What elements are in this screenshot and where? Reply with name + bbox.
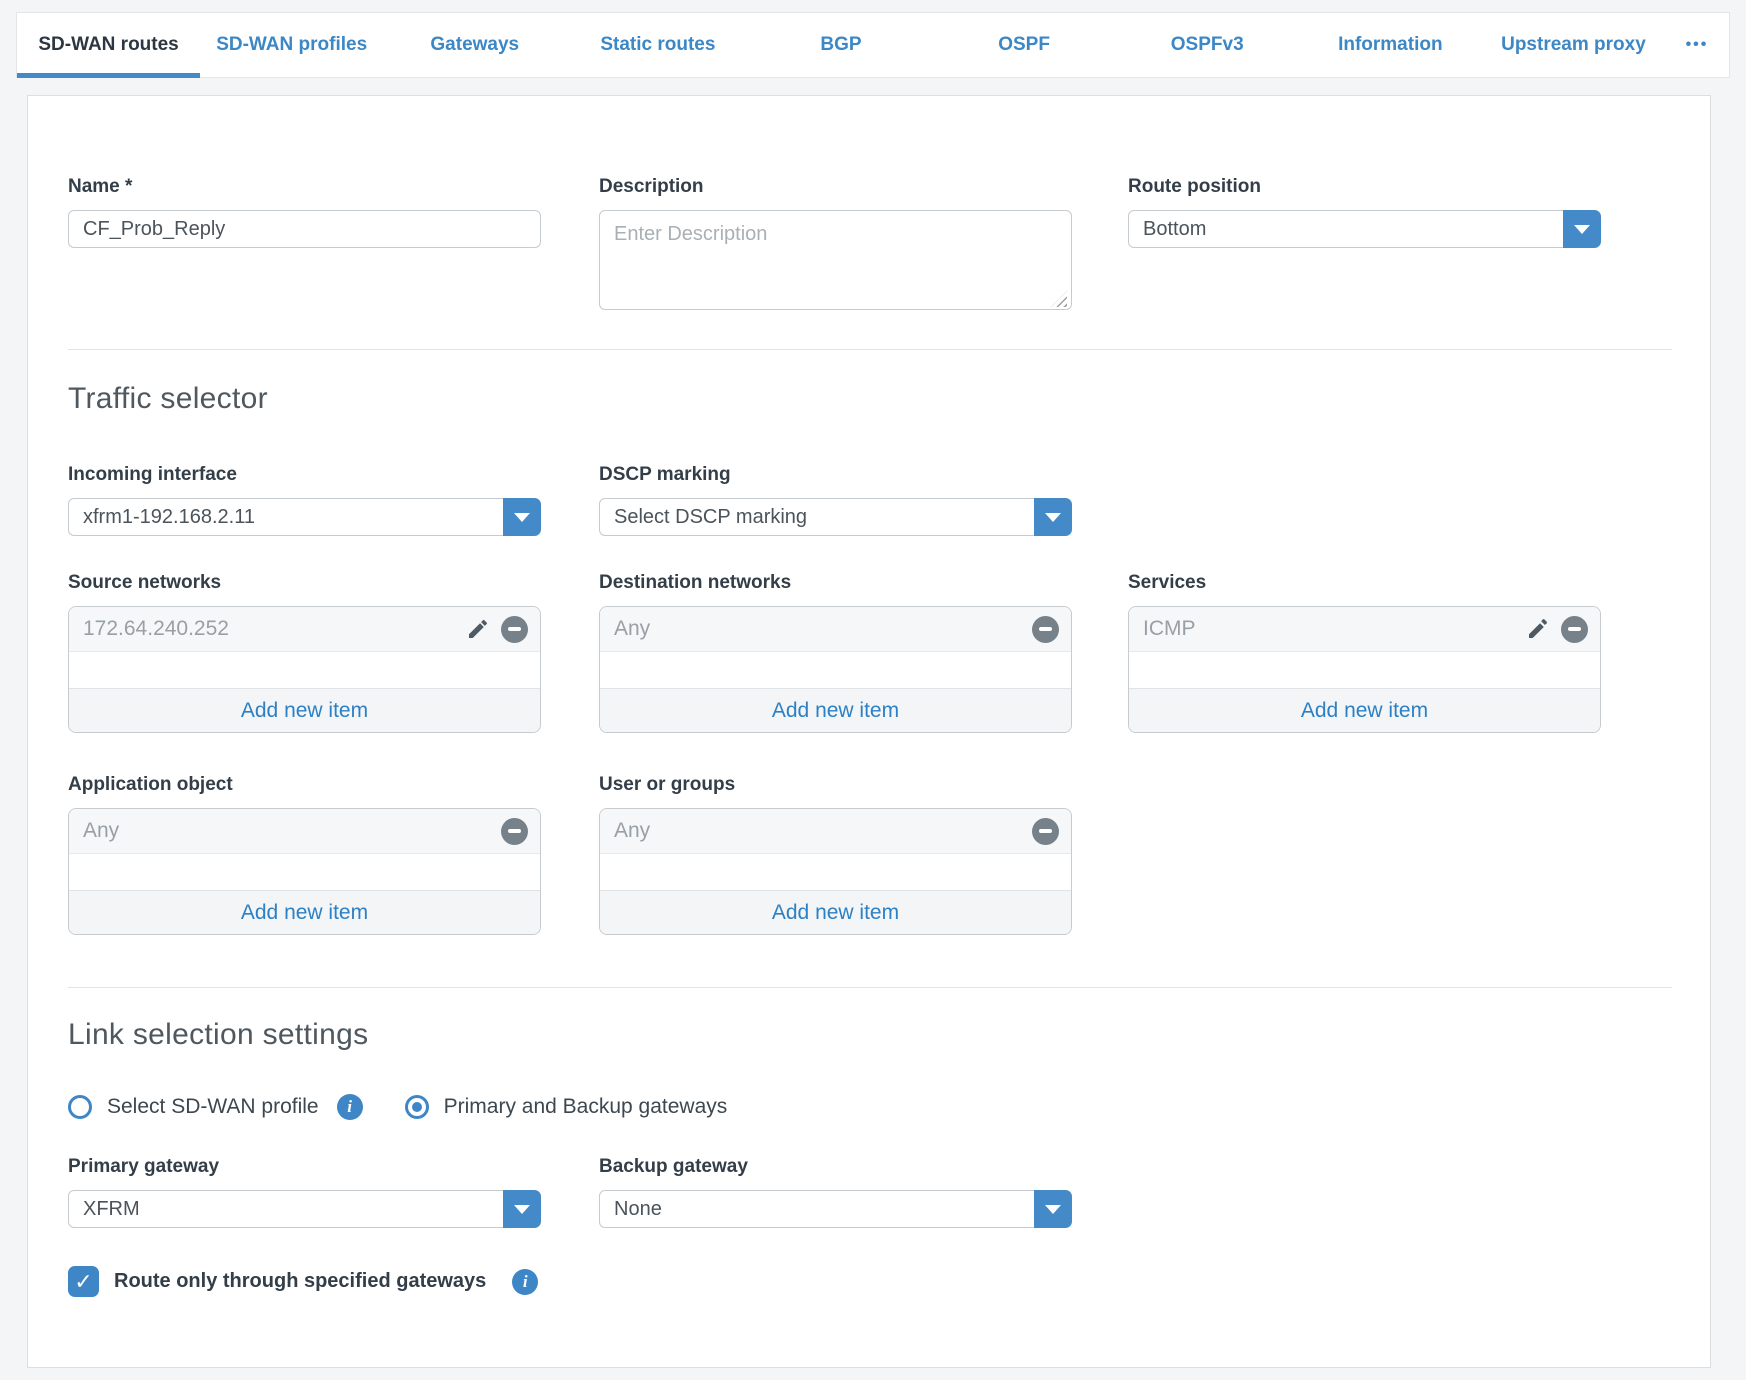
chevron-down-icon [1045,513,1061,522]
backup-gateway-select[interactable]: None [599,1190,1072,1228]
incoming-interface-value: xfrm1-192.168.2.11 [68,498,541,536]
route-position-select[interactable]: Bottom [1128,210,1601,248]
source-networks-list: 172.64.240.252 Add new item [68,606,541,733]
required-asterisk: * [125,176,132,197]
user-or-groups-list: Any Add new item [599,808,1072,935]
route-position-value: Bottom [1128,210,1601,248]
add-new-item-button[interactable]: Add new item [1129,688,1600,732]
dscp-marking-label: DSCP marking [599,464,1072,486]
user-or-groups-label: User or groups [599,774,1072,796]
route-position-label: Route position [1128,176,1601,198]
remove-item-icon[interactable] [501,616,528,643]
more-tabs-ellipsis-icon[interactable]: ••• [1665,13,1729,77]
remove-item-icon[interactable] [501,818,528,845]
list-item-value: Any [614,617,1032,641]
services-label: Services [1128,572,1601,594]
dscp-marking-value: Select DSCP marking [599,498,1072,536]
list-item: Any [69,809,540,854]
radio-unchecked-icon [68,1095,92,1119]
primary-gateway-value: XFRM [68,1190,541,1228]
destination-networks-label: Destination networks [599,572,1072,594]
description-textarea[interactable] [599,210,1072,310]
tab-bar: SD-WAN routes SD-WAN profiles Gateways S… [16,12,1730,78]
radio-primary-backup-gateways[interactable]: Primary and Backup gateways [405,1095,728,1119]
dscp-marking-select[interactable]: Select DSCP marking [599,498,1072,536]
edit-pencil-icon[interactable] [1525,616,1551,642]
destination-networks-list: Any Add new item [599,606,1072,733]
chevron-down-icon [1045,1205,1061,1214]
section-divider [68,349,1672,350]
radio-checked-icon [405,1095,429,1119]
traffic-selector-heading: Traffic selector [68,382,268,416]
dropdown-button[interactable] [1034,1190,1072,1228]
checkmark-icon: ✓ [74,1271,92,1293]
radio-select-sd-wan-profile[interactable]: Select SD-WAN profile [68,1095,319,1119]
route-only-label: Route only through specified gateways [114,1270,486,1293]
list-item-value: Any [83,819,501,843]
dropdown-button[interactable] [503,498,541,536]
sd-wan-route-form-panel: Name * Description Route position Bottom… [27,95,1711,1368]
description-label: Description [599,176,1072,198]
application-object-label: Application object [68,774,541,796]
list-empty-area [600,854,1071,890]
chevron-down-icon [514,1205,530,1214]
list-item: Any [600,607,1071,652]
remove-item-icon[interactable] [1561,616,1588,643]
list-empty-area [600,652,1071,688]
chevron-down-icon [1574,225,1590,234]
tab-information[interactable]: Information [1299,13,1482,77]
application-object-list: Any Add new item [68,808,541,935]
tab-ospfv3[interactable]: OSPFv3 [1116,13,1299,77]
list-item-value: ICMP [1143,617,1525,641]
chevron-down-icon [514,513,530,522]
link-selection-heading: Link selection settings [68,1018,368,1052]
incoming-interface-select[interactable]: xfrm1-192.168.2.11 [68,498,541,536]
name-label: Name * [68,176,541,198]
radio-label: Primary and Backup gateways [444,1095,728,1119]
list-item-value: 172.64.240.252 [83,617,465,641]
dropdown-button[interactable] [1563,210,1601,248]
tab-gateways[interactable]: Gateways [383,13,566,77]
section-divider [68,987,1672,988]
primary-gateway-label: Primary gateway [68,1156,541,1178]
list-empty-area [69,854,540,890]
tab-ospf[interactable]: OSPF [933,13,1116,77]
route-only-checkbox[interactable]: ✓ [68,1266,99,1297]
remove-item-icon[interactable] [1032,616,1059,643]
tab-sd-wan-profiles[interactable]: SD-WAN profiles [200,13,383,77]
add-new-item-button[interactable]: Add new item [69,688,540,732]
remove-item-icon[interactable] [1032,818,1059,845]
info-icon[interactable]: i [512,1269,538,1295]
source-networks-label: Source networks [68,572,541,594]
edit-pencil-icon[interactable] [465,616,491,642]
add-new-item-button[interactable]: Add new item [69,890,540,934]
list-empty-area [1129,652,1600,688]
backup-gateway-value: None [599,1190,1072,1228]
list-item: 172.64.240.252 [69,607,540,652]
add-new-item-button[interactable]: Add new item [600,890,1071,934]
primary-gateway-select[interactable]: XFRM [68,1190,541,1228]
list-empty-area [69,652,540,688]
list-item: ICMP [1129,607,1600,652]
incoming-interface-label: Incoming interface [68,464,541,486]
list-item: Any [600,809,1071,854]
tab-sd-wan-routes[interactable]: SD-WAN routes [17,13,200,77]
tab-bgp[interactable]: BGP [749,13,932,77]
tab-upstream-proxy[interactable]: Upstream proxy [1482,13,1665,77]
tab-static-routes[interactable]: Static routes [566,13,749,77]
radio-label: Select SD-WAN profile [107,1095,319,1119]
add-new-item-button[interactable]: Add new item [600,688,1071,732]
dropdown-button[interactable] [1034,498,1072,536]
backup-gateway-label: Backup gateway [599,1156,1072,1178]
info-icon[interactable]: i [337,1094,363,1120]
list-item-value: Any [614,819,1032,843]
services-list: ICMP Add new item [1128,606,1601,733]
dropdown-button[interactable] [503,1190,541,1228]
name-input[interactable] [68,210,541,248]
